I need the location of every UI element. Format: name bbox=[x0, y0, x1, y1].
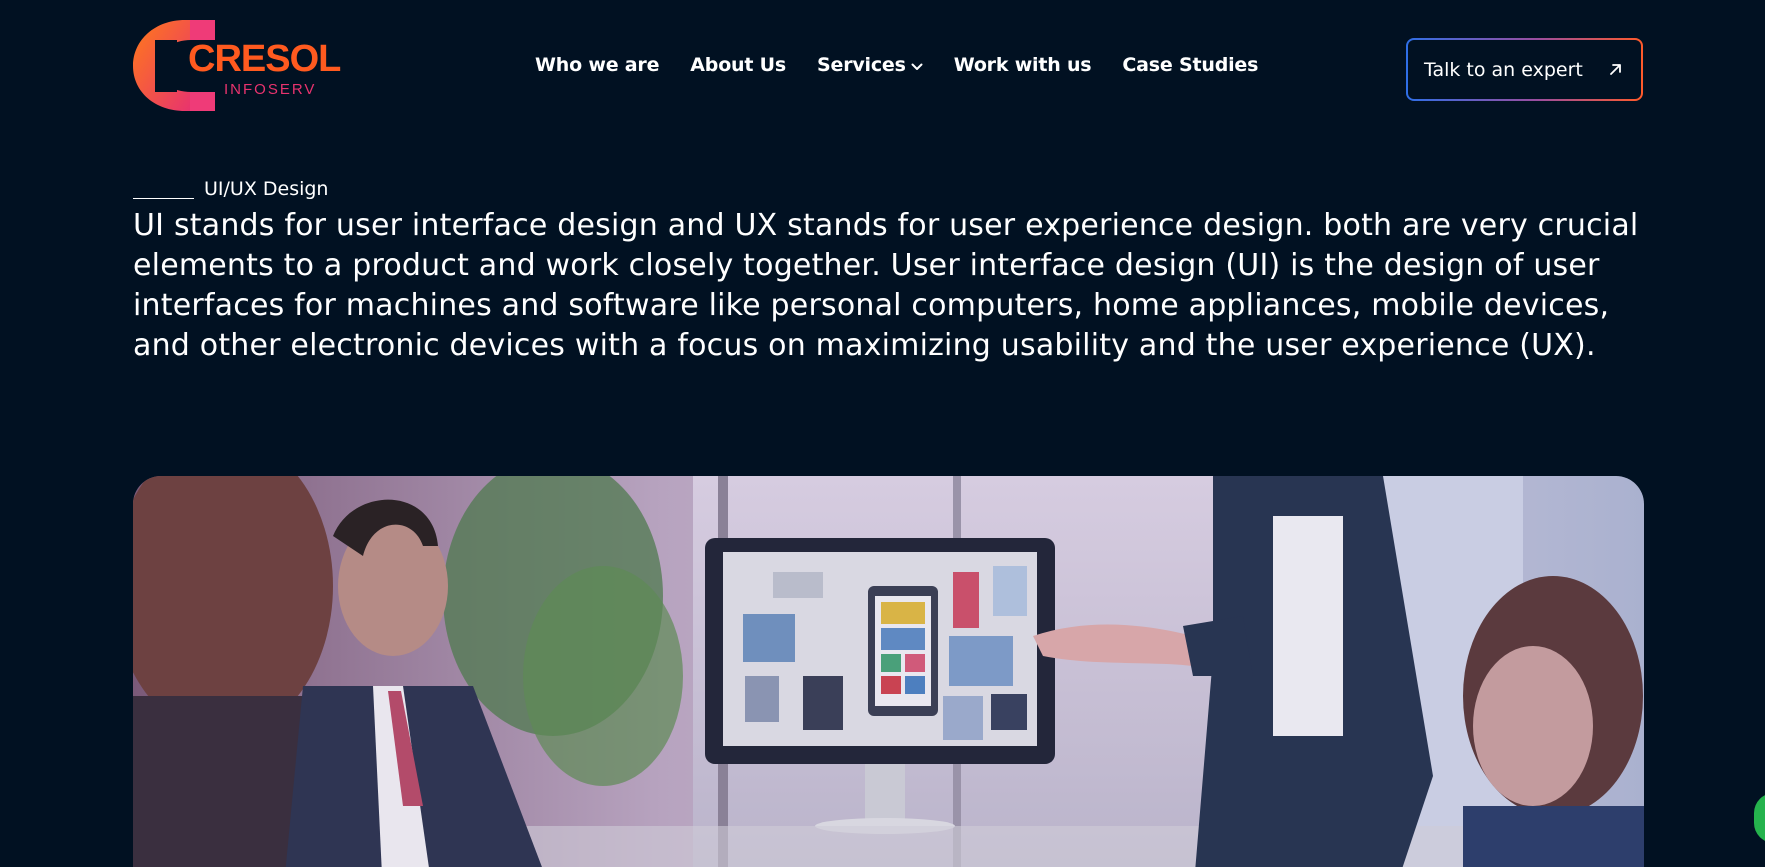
brand-subtitle: INFOSERV bbox=[224, 81, 317, 98]
page: CRESOL INFOSERV Who we are About Us Serv… bbox=[0, 0, 1765, 867]
section-description: UI stands for user interface design and … bbox=[133, 208, 1639, 363]
nav-item-case-studies[interactable]: Case Studies bbox=[1122, 54, 1258, 76]
nav-item-work-with-us[interactable]: Work with us bbox=[954, 54, 1092, 76]
eyebrow-divider bbox=[133, 197, 194, 199]
section-eyebrow: UI/UX Design bbox=[133, 178, 328, 200]
talk-to-expert-button[interactable]: Talk to an expert bbox=[1406, 38, 1643, 101]
talk-to-expert-label: Talk to an expert bbox=[1424, 58, 1583, 81]
nav-item-services[interactable]: Services bbox=[817, 54, 923, 76]
main-nav: Who we are About Us Services Work with u… bbox=[535, 52, 1258, 78]
site-header: CRESOL INFOSERV Who we are About Us Serv… bbox=[0, 0, 1765, 140]
meeting-photo-illustration bbox=[133, 476, 1644, 867]
nav-item-about-us[interactable]: About Us bbox=[690, 54, 786, 76]
chevron-down-icon bbox=[911, 54, 923, 76]
hero-image bbox=[133, 476, 1644, 867]
chat-icon[interactable] bbox=[1754, 793, 1765, 843]
nav-item-services-label: Services bbox=[817, 54, 906, 76]
eyebrow-label: UI/UX Design bbox=[204, 178, 329, 200]
nav-item-who-we-are[interactable]: Who we are bbox=[535, 54, 659, 76]
brand-name: CRESOL bbox=[188, 38, 341, 80]
brand-logo[interactable]: CRESOL INFOSERV bbox=[133, 18, 341, 113]
arrow-up-right-icon bbox=[1607, 60, 1625, 82]
